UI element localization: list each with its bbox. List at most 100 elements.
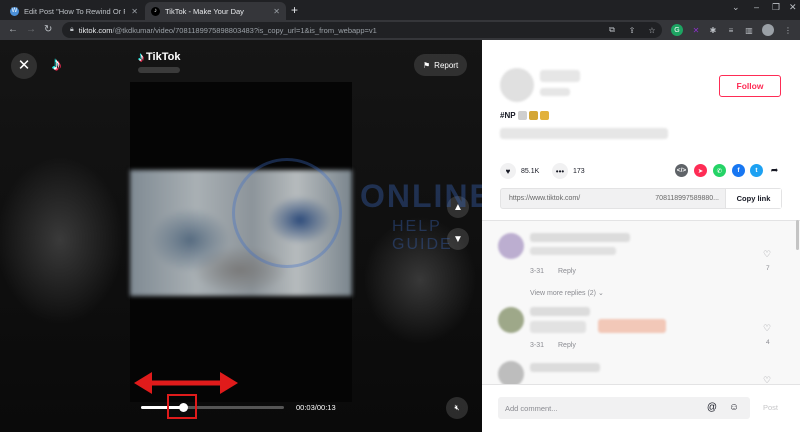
lock-icon: 🔒︎ (70, 26, 74, 33)
url-host: tiktok.com (78, 25, 113, 35)
video-content-image (130, 170, 352, 296)
at-icon[interactable]: @ (706, 402, 718, 414)
twitter-icon[interactable]: t (750, 164, 763, 177)
comment-avatar[interactable] (498, 307, 524, 333)
comments-scrollbar[interactable] (796, 220, 799, 250)
tab-close-icon[interactable]: ✕ (131, 7, 138, 16)
comment-like-count: 4 (766, 339, 770, 346)
window-close-icon[interactable]: ✕ (789, 2, 797, 13)
caption-blurred (500, 128, 668, 139)
emoji-icon (517, 111, 527, 120)
tiktok-note-icon: ♪ (138, 50, 144, 64)
share-link-box: https://www.tiktok.com/ 708118997589880.… (500, 188, 782, 209)
trophy-emoji-icon (539, 111, 549, 120)
view-more-label: View more replies (2) (530, 290, 597, 297)
share-url: https://www.tiktok.com/ (509, 195, 581, 202)
blurred-username (138, 67, 180, 73)
time-display: 00:03/00:13 (296, 403, 336, 412)
chevron-down-icon[interactable]: ▼ (447, 228, 469, 250)
new-tab-icon[interactable]: + (291, 3, 298, 17)
report-button[interactable]: ⚑ Report (414, 54, 468, 76)
browser-tab-strip: W Edit Post "How To Rewind Or Fast ✕ ♪ T… (0, 0, 800, 20)
tiktok-favicon-icon: ♪ (151, 6, 160, 16)
tab-close-icon[interactable]: ✕ (273, 7, 280, 16)
view-more-replies[interactable]: View more replies (2) ⌄ (530, 289, 604, 297)
post-button[interactable]: Post (763, 403, 778, 412)
embed-icon[interactable]: </> (675, 164, 688, 177)
chevron-down-icon: ⌄ (597, 290, 604, 297)
screen: W Edit Post "How To Rewind Or Fast ✕ ♪ T… (0, 0, 800, 432)
share-code: 708118997589880... (655, 195, 719, 202)
brand-name: TikTok (146, 51, 181, 63)
extensions-puzzle-icon[interactable]: ✱ (707, 24, 719, 36)
video-player[interactable]: ✕ ♪ ♪ TikTok ⚑ Report ▲ ▼ ONLINE HELP GU… (0, 40, 482, 432)
url-path: /@tkdkumar/video/7081189975898803483?is_… (112, 25, 377, 35)
comments-stat[interactable]: ••• 173 (552, 163, 585, 179)
emoji-icon[interactable]: ☺ (728, 402, 740, 414)
comment-date: 3-31 (530, 342, 545, 349)
browser-tab-active[interactable]: ♪ TikTok - Make Your Day ✕ (145, 2, 286, 20)
comment-avatar[interactable] (498, 361, 524, 384)
facebook-icon[interactable]: f (732, 164, 745, 177)
report-label: Report (434, 60, 459, 70)
comment-author-blurred (530, 363, 600, 372)
tab-title: TikTok - Make Your Day (165, 6, 244, 16)
heart-icon[interactable]: ♡ (763, 323, 771, 334)
address-bar[interactable]: 🔒︎ tiktok.com /@tkdkumar/video/708118997… (62, 22, 662, 38)
grammarly-extension-icon[interactable]: G (671, 24, 683, 36)
comment-text-blurred (530, 321, 586, 333)
copy-link-button[interactable]: Copy link (725, 189, 781, 208)
reload-icon[interactable]: ↻ (44, 23, 52, 37)
comment-date: 3-31 (530, 268, 545, 275)
video-caption: #NP (500, 111, 549, 120)
share-arrow-icon[interactable]: ➦ (768, 164, 781, 177)
chevron-up-icon[interactable]: ▲ (447, 196, 469, 218)
likes-stat[interactable]: ♥ 85.1K (500, 163, 539, 179)
profile-avatar-icon[interactable] (762, 24, 774, 36)
tiktok-brand-watermark: ♪ TikTok (138, 50, 180, 64)
video-frame[interactable] (130, 82, 352, 402)
menu-kebab-icon[interactable]: ⋮ (782, 24, 794, 36)
heart-icon[interactable]: ♡ (763, 375, 771, 384)
comments-count: 173 (573, 167, 585, 175)
comment-icon: ••• (552, 163, 568, 179)
medal-emoji-icon (528, 111, 538, 120)
reply-button[interactable]: Reply (558, 268, 576, 275)
minimize-icon[interactable]: – (754, 2, 759, 12)
back-icon[interactable]: ← (8, 23, 18, 37)
progress-bar[interactable] (141, 403, 284, 412)
share-icon[interactable]: ⇪ (626, 24, 638, 36)
browser-toolbar: ← → ↻ 🔒︎ tiktok.com /@tkdkumar/video/708… (0, 20, 800, 40)
reading-list-icon[interactable]: ≡ (725, 24, 737, 36)
install-icon[interactable]: ⧉ (606, 24, 618, 36)
follow-button[interactable]: Follow (719, 75, 781, 97)
hashtag-text[interactable]: #NP (500, 111, 516, 120)
browser-tab[interactable]: W Edit Post "How To Rewind Or Fast ✕ (4, 2, 144, 20)
reply-button[interactable]: Reply (558, 342, 576, 349)
restore-icon[interactable]: ❐ (772, 2, 780, 13)
comments-list: 3-31 Reply ♡ 7 View more replies (2) ⌄ 3… (482, 220, 800, 384)
extension-x-icon[interactable]: ✕ (690, 24, 702, 36)
tiktok-logo-icon[interactable]: ♪ (52, 54, 61, 75)
mute-icon[interactable]: 🔇︎ (446, 397, 468, 419)
whatsapp-icon[interactable]: ✆ (713, 164, 726, 177)
author-name-blurred (540, 70, 580, 82)
comment-placeholder: Add comment... (505, 403, 558, 413)
send-to-friends-icon[interactable]: ➤ (694, 164, 707, 177)
flag-icon: ⚑ (423, 60, 431, 70)
comment-avatar[interactable] (498, 233, 524, 259)
bookmark-star-icon[interactable]: ☆ (646, 24, 658, 36)
heart-icon: ♥ (500, 163, 516, 179)
author-avatar[interactable] (500, 68, 534, 102)
forward-icon[interactable]: → (26, 23, 36, 37)
heart-icon[interactable]: ♡ (763, 249, 771, 260)
highlight-box-annotation (167, 394, 197, 419)
chevron-down-icon[interactable]: ⌄ (732, 2, 740, 13)
side-panel-icon[interactable]: ▥ (743, 24, 755, 36)
comment-text-blurred (530, 247, 616, 255)
close-icon[interactable]: ✕ (11, 53, 37, 79)
comment-composer: Add comment... @ ☺ Post (482, 384, 800, 432)
comment-author-blurred (530, 233, 630, 242)
author-sub-blurred (540, 88, 570, 96)
wordpress-favicon-icon: W (10, 6, 19, 16)
